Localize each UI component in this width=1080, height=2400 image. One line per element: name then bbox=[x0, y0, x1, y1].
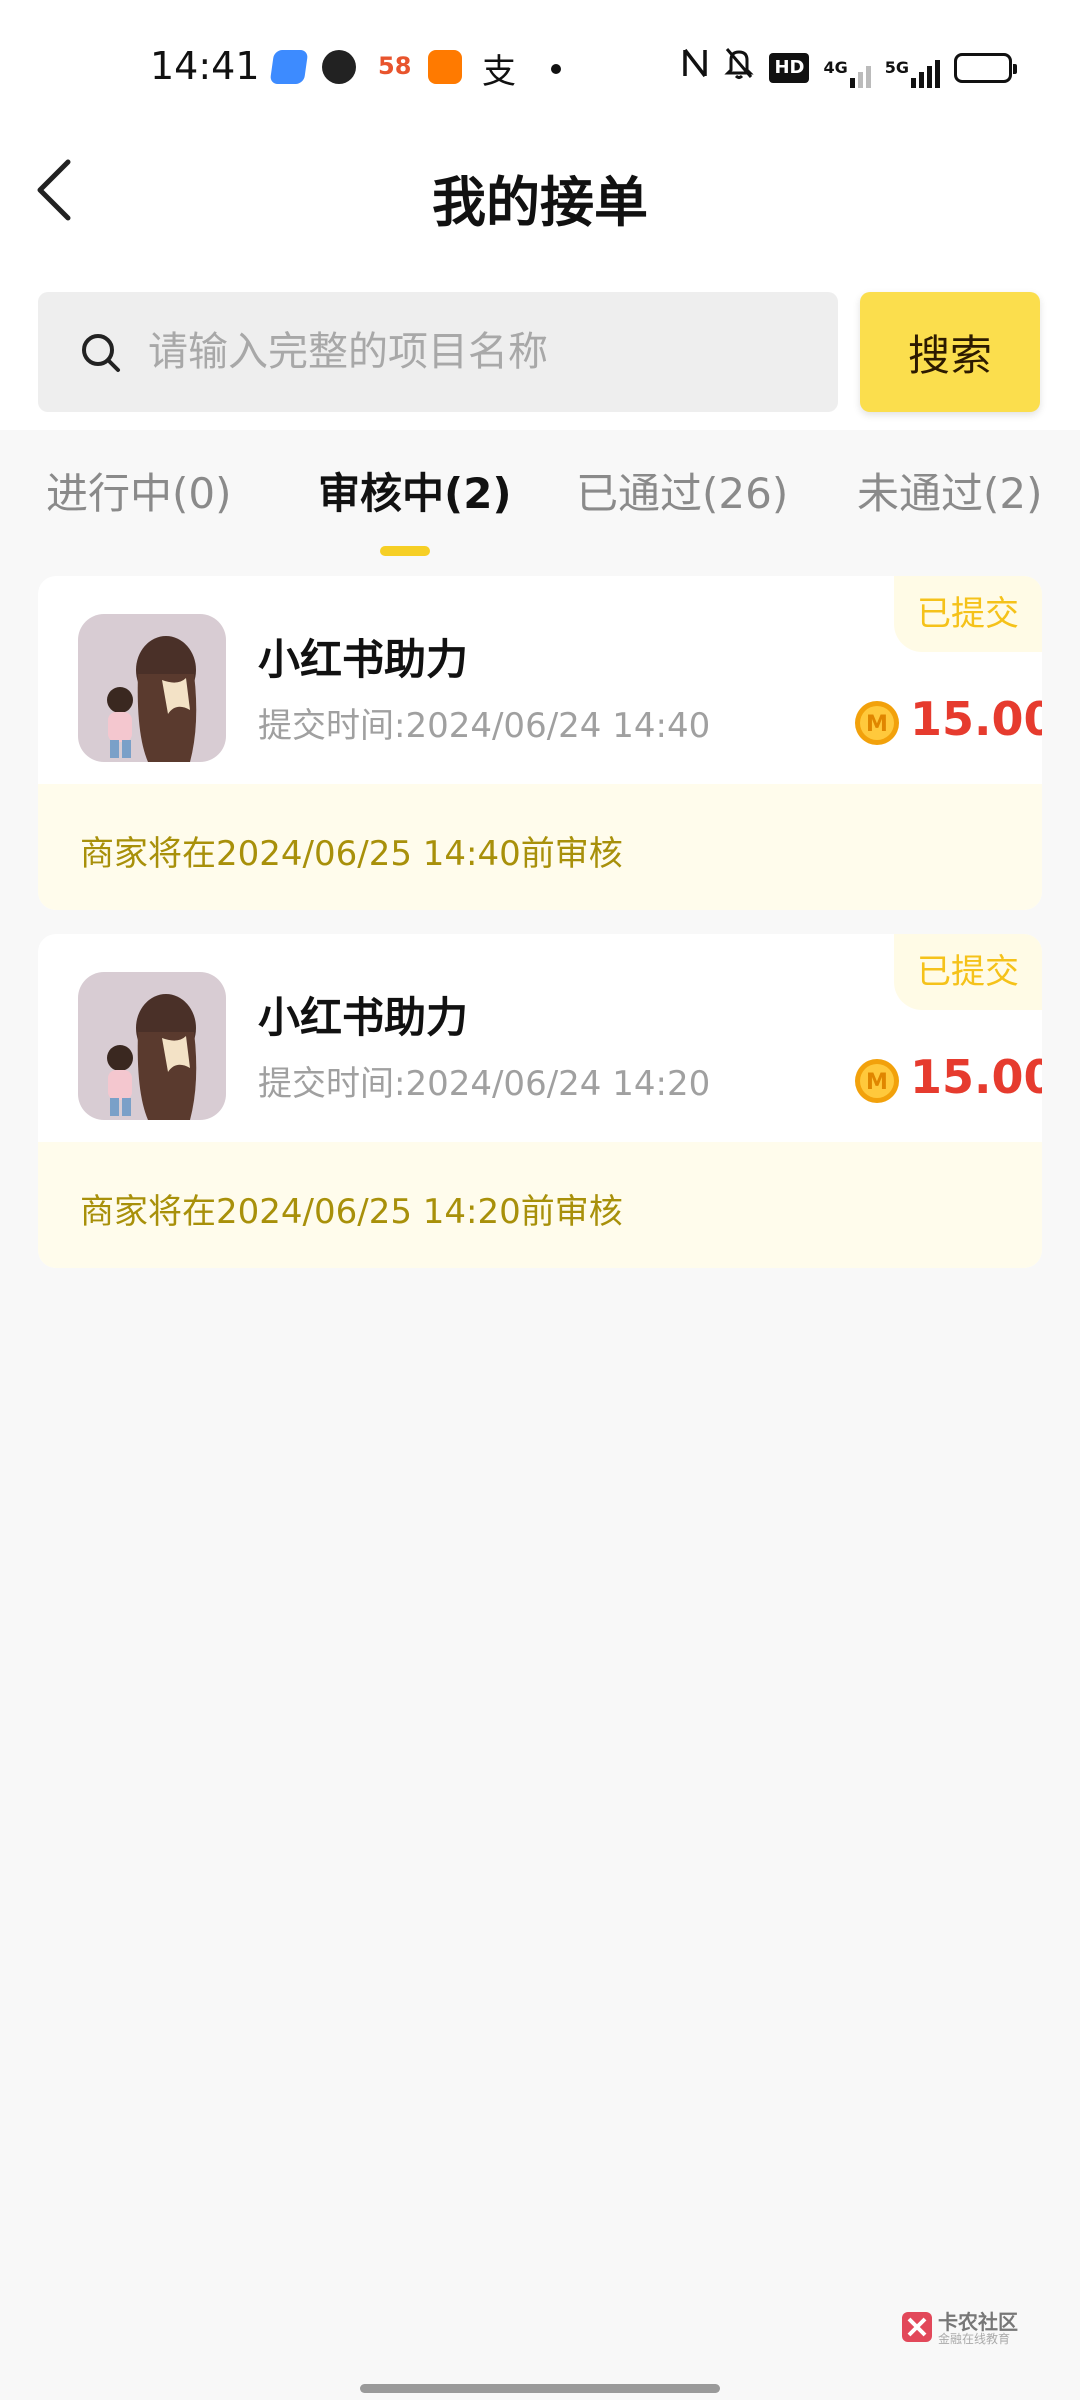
app-avatar-icon bbox=[428, 50, 462, 84]
app-notification-icon bbox=[269, 50, 309, 84]
app-58-icon: 58 bbox=[378, 52, 412, 80]
search-button[interactable]: 搜索 bbox=[860, 292, 1040, 412]
search-icon bbox=[82, 334, 120, 372]
search-input[interactable] bbox=[148, 322, 808, 382]
status-badge: 已提交 bbox=[894, 576, 1042, 652]
search-box[interactable] bbox=[38, 292, 838, 412]
review-note: 商家将在2024/06/25 14:40前审核 bbox=[80, 834, 623, 874]
coin-label: M bbox=[866, 712, 888, 737]
project-thumbnail bbox=[78, 972, 226, 1120]
tab-rejected[interactable]: 未通过(2) bbox=[857, 460, 1043, 521]
status-time: 14:41 bbox=[150, 44, 260, 88]
mute-bell-icon bbox=[723, 46, 755, 91]
signal-4g-icon: 4G bbox=[823, 48, 871, 88]
project-thumbnail bbox=[78, 614, 226, 762]
order-title: 小红书助力 bbox=[258, 993, 469, 1042]
review-note-bar: 商家将在2024/06/25 14:40前审核 bbox=[38, 784, 1042, 910]
watermark-subtitle: 金融在线教育 bbox=[938, 2332, 1011, 2346]
review-note: 商家将在2024/06/25 14:20前审核 bbox=[80, 1192, 623, 1232]
order-title: 小红书助力 bbox=[258, 635, 469, 684]
status-badge: 已提交 bbox=[894, 934, 1042, 1010]
order-card[interactable]: 已提交 小红书助力 提交时间:2024/06/24 14:20 M 15.00 … bbox=[38, 934, 1042, 1268]
battery-icon bbox=[954, 53, 1017, 83]
order-price: 15.00 bbox=[910, 692, 1042, 746]
watermark: 卡农社区 金融在线教育 bbox=[900, 2306, 1030, 2350]
coin-icon: M bbox=[855, 701, 899, 745]
review-note-bar: 商家将在2024/06/25 14:20前审核 bbox=[38, 1142, 1042, 1268]
status-tabs: 进行中(0) 审核中(2) 已通过(26) 未通过(2) bbox=[0, 460, 1080, 560]
coin-label: M bbox=[866, 1070, 888, 1095]
submit-time: 提交时间:2024/06/24 14:40 bbox=[258, 706, 711, 746]
watermark-logo-icon bbox=[902, 2312, 932, 2342]
status-bar: 14:41 58 支 HD 4G 5G bbox=[0, 36, 1080, 100]
coin-icon: M bbox=[855, 1059, 899, 1103]
page-title: 我的接单 bbox=[432, 171, 648, 234]
nfc-icon bbox=[681, 46, 709, 91]
wechat-icon bbox=[322, 50, 356, 84]
hd-icon: HD bbox=[769, 53, 810, 83]
order-card[interactable]: 已提交 小红书助力 提交时间:2024/06/24 14:40 M 15.00 … bbox=[38, 576, 1042, 910]
signal-5g-icon: 5G bbox=[885, 48, 940, 88]
tab-under-review[interactable]: 审核中(2) bbox=[318, 460, 512, 521]
more-notifications-dot bbox=[551, 64, 561, 74]
submit-time: 提交时间:2024/06/24 14:20 bbox=[258, 1064, 711, 1104]
alipay-icon: 支 bbox=[482, 52, 516, 92]
tab-approved[interactable]: 已通过(26) bbox=[576, 460, 788, 521]
status-right-icons: HD 4G 5G bbox=[681, 46, 1017, 91]
home-indicator[interactable] bbox=[360, 2384, 720, 2393]
order-price: 15.00 bbox=[910, 1050, 1042, 1104]
active-tab-indicator bbox=[380, 546, 430, 556]
tab-in-progress[interactable]: 进行中(0) bbox=[46, 460, 232, 521]
